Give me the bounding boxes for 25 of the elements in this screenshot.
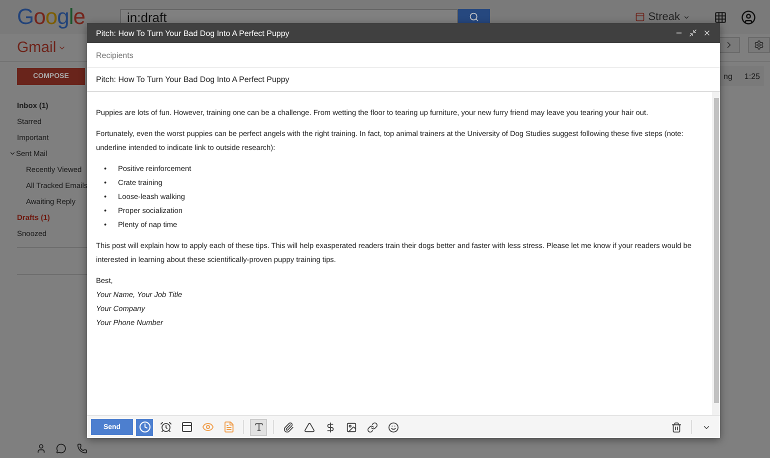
caret-icon (683, 14, 690, 20)
gmail-menu[interactable]: Gmail (17, 39, 66, 56)
person-icon[interactable] (36, 443, 46, 454)
close-icon (703, 29, 711, 37)
settings-button[interactable] (748, 37, 770, 53)
recipients-field[interactable]: Recipients (87, 43, 720, 68)
email-time: 1:25 (744, 72, 760, 80)
email-snippet: ng (724, 72, 732, 80)
avatar-icon[interactable] (741, 10, 756, 24)
streak-menu[interactable]: Streak (635, 11, 690, 23)
caret-icon[interactable] (9, 150, 16, 156)
window-title: Pitch: How To Turn Your Bad Dog Into A Perfect Puppy (96, 28, 290, 38)
subject-field[interactable]: Pitch: How To Turn Your Bad Dog Into A Perfect Puppy (87, 68, 720, 92)
settings-icon (754, 40, 764, 50)
resize-icon (689, 29, 697, 37)
search-icon (469, 12, 479, 22)
next-button[interactable] (718, 37, 740, 53)
clock-icon[interactable] (136, 418, 153, 436)
format-text-icon[interactable] (250, 418, 267, 436)
google-logo: Google (17, 4, 86, 30)
apps-icon[interactable] (714, 10, 727, 24)
hangouts-icon[interactable] (56, 443, 67, 454)
streak-icon (635, 12, 646, 22)
phone-icon[interactable] (76, 443, 87, 454)
scrollbar[interactable] (712, 92, 720, 415)
